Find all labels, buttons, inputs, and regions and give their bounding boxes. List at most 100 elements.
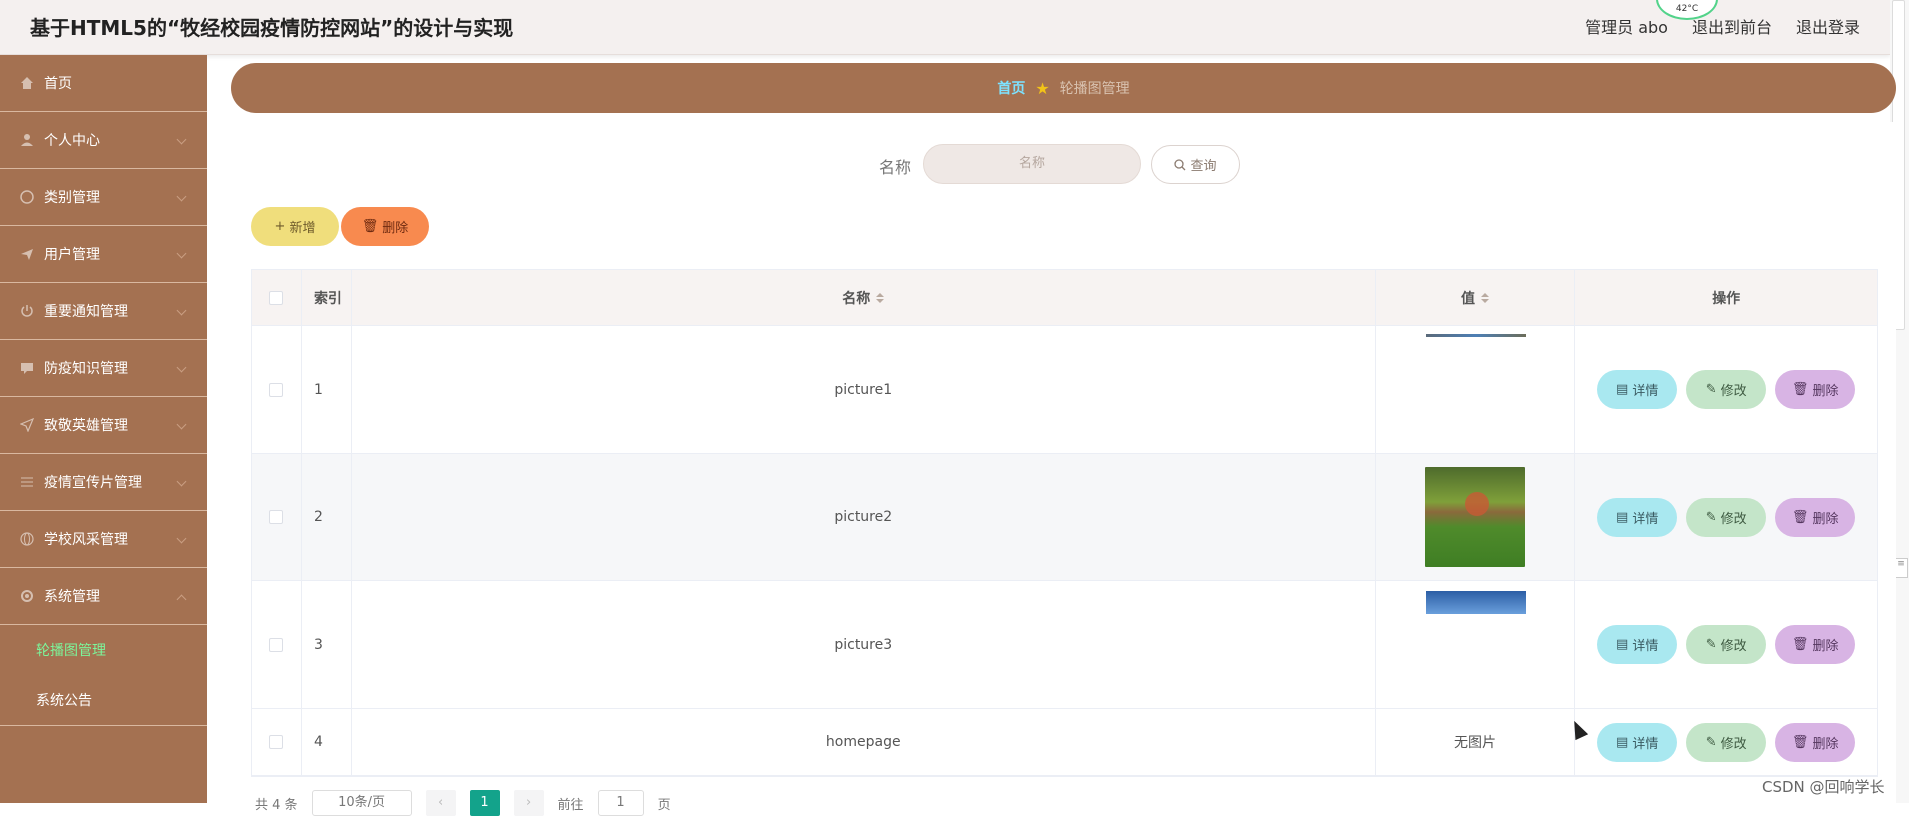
current-user-label[interactable]: 管理员 abo: [1585, 14, 1668, 38]
sidebar-item-heroes[interactable]: 致敬英雄管理: [0, 397, 207, 454]
sidebar-item-personal-center[interactable]: 个人中心: [0, 112, 207, 169]
detail-button[interactable]: ▤ 详情: [1597, 625, 1678, 664]
detail-label: 详情: [1632, 639, 1659, 654]
sidebar: 首页 个人中心 类别管理 用户管理 重要通知管理 防疫知识管理 致敬英雄管理 疫…: [0, 55, 207, 803]
plane-icon: [21, 249, 33, 260]
total-count: 共 4 条: [255, 797, 298, 813]
edit-label: 修改: [1720, 639, 1747, 654]
detail-label: 详情: [1632, 384, 1659, 399]
chevron-up-icon: [176, 594, 187, 605]
row-checkbox[interactable]: [269, 510, 284, 524]
trash-icon: 🗑: [1791, 382, 1809, 397]
document-icon: ▤: [1616, 509, 1629, 525]
goto-page-input[interactable]: 1: [597, 790, 644, 816]
batch-delete-button[interactable]: 🗑 删除: [341, 207, 429, 246]
pencil-icon: ✎: [1705, 734, 1717, 750]
carousel-thumbnail[interactable]: [1425, 334, 1526, 337]
logout-link[interactable]: 退出登录: [1796, 14, 1860, 38]
edit-button[interactable]: ✎ 修改: [1686, 625, 1767, 664]
sidebar-item-users[interactable]: 用户管理: [0, 226, 207, 283]
sidebar-item-category[interactable]: 类别管理: [0, 169, 207, 226]
system-submenu: 轮播图管理 系统公告: [0, 625, 207, 726]
exit-to-front-link[interactable]: 退出到前台: [1692, 14, 1772, 38]
detail-button[interactable]: ▤ 详情: [1597, 370, 1678, 409]
search-input[interactable]: 名称: [923, 144, 1141, 184]
edit-button[interactable]: ✎ 修改: [1686, 370, 1767, 409]
row-checkbox[interactable]: [269, 735, 284, 749]
trash-icon: 🗑: [1791, 509, 1809, 525]
document-icon: ▤: [1616, 637, 1629, 652]
delete-label: 删除: [1812, 511, 1839, 527]
sliders-icon: [21, 477, 33, 487]
pencil-icon: ✎: [1705, 509, 1717, 525]
sidebar-subitem-announcement[interactable]: 系统公告: [0, 675, 207, 725]
row-image-cell: [1376, 454, 1576, 580]
pencil-icon: ✎: [1705, 382, 1717, 397]
header-actions: 管理员 abo 退出到前台 退出登录: [1585, 14, 1860, 38]
detail-label: 详情: [1632, 736, 1659, 752]
detail-button[interactable]: ▤ 详情: [1597, 722, 1678, 762]
row-checkbox-cell: [252, 454, 302, 580]
sidebar-subitem-carousel[interactable]: 轮播图管理: [0, 625, 207, 675]
carousel-thumbnail[interactable]: [1425, 591, 1526, 614]
goto-prefix: 前往: [557, 797, 584, 813]
column-header-value[interactable]: 值: [1376, 270, 1576, 325]
detail-button[interactable]: ▤ 详情: [1597, 497, 1678, 537]
column-header-ops: 操作: [1712, 290, 1741, 307]
row-checkbox-cell: [252, 326, 302, 453]
chevron-down-icon: [176, 419, 187, 430]
row-checkbox-cell: [252, 709, 302, 775]
table-row: 1 picture1 ▤ 详情 ✎ 修改 🗑 删除: [252, 326, 1877, 454]
add-label: 新增: [289, 221, 316, 236]
power-icon: [21, 305, 33, 317]
sort-icon[interactable]: [876, 292, 885, 303]
row-checkbox[interactable]: [269, 382, 284, 397]
sidebar-item-notices[interactable]: 重要通知管理: [0, 283, 207, 340]
edit-label: 修改: [1720, 511, 1747, 527]
sidebar-item-label: 系统管理: [44, 589, 100, 605]
sidebar-item-system[interactable]: 系统管理: [0, 568, 207, 625]
chevron-down-icon: [176, 191, 187, 202]
carousel-thumbnail[interactable]: [1425, 467, 1525, 567]
select-all-cell: [252, 270, 302, 325]
select-all-checkbox[interactable]: [269, 290, 284, 305]
send-icon: [20, 418, 34, 432]
sidebar-item-videos[interactable]: 疫情宣传片管理: [0, 454, 207, 511]
column-header-name[interactable]: 名称: [352, 270, 1376, 325]
home-icon: [21, 77, 33, 89]
side-collapse-tab[interactable]: ≡: [1894, 558, 1908, 578]
breadcrumb-home[interactable]: 首页: [997, 78, 1025, 98]
sort-icon[interactable]: [1481, 292, 1489, 303]
pagination: 共 4 条 10条/页 ‹ 1 › 前往 1 页: [255, 790, 671, 816]
delete-label: 删除: [382, 221, 409, 236]
sidebar-item-home[interactable]: 首页: [0, 55, 207, 112]
delete-button[interactable]: 🗑 删除: [1775, 625, 1856, 664]
goto-suffix: 页: [657, 797, 671, 813]
chevron-down-icon: [176, 248, 187, 259]
sidebar-item-knowledge[interactable]: 防疫知识管理: [0, 340, 207, 397]
book-icon: [21, 363, 33, 374]
prev-page-button[interactable]: ‹: [425, 790, 456, 816]
row-index: 4: [302, 709, 352, 775]
chevron-down-icon: [176, 134, 187, 145]
query-button[interactable]: 查询: [1151, 145, 1240, 184]
delete-button[interactable]: 🗑 删除: [1775, 722, 1856, 762]
delete-label: 删除: [1812, 736, 1839, 752]
row-name: homepage: [352, 709, 1376, 775]
delete-button[interactable]: 🗑 删除: [1775, 370, 1856, 409]
sidebar-item-label: 重要通知管理: [44, 304, 128, 320]
edit-button[interactable]: ✎ 修改: [1686, 497, 1767, 537]
edit-button[interactable]: ✎ 修改: [1686, 722, 1767, 762]
sidebar-item-campus[interactable]: 学校风采管理: [0, 511, 207, 568]
page-button-current[interactable]: 1: [469, 790, 500, 816]
row-checkbox[interactable]: [269, 637, 284, 652]
row-actions: ▤ 详情 ✎ 修改 🗑 删除: [1575, 581, 1877, 708]
row-name: picture1: [352, 326, 1376, 453]
add-button[interactable]: + 新增: [251, 207, 339, 246]
user-icon: [21, 134, 33, 146]
pencil-icon: ✎: [1705, 637, 1717, 652]
page-size-select[interactable]: 10条/页: [311, 790, 412, 816]
next-page-button[interactable]: ›: [513, 790, 544, 816]
row-index: 2: [302, 454, 352, 580]
delete-button[interactable]: 🗑 删除: [1775, 497, 1856, 537]
